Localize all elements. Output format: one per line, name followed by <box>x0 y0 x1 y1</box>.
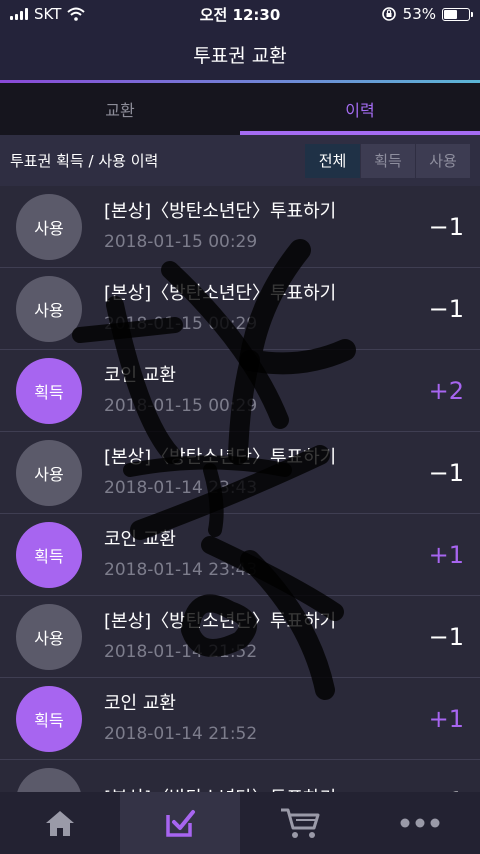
vote-check-icon <box>166 810 195 837</box>
battery-fill <box>444 9 457 19</box>
wifi-icon <box>67 7 86 21</box>
history-row-title: [본상]〈방탄소년단〉투표하기 <box>104 200 337 222</box>
tab-bar: 교환 이력 <box>0 83 480 135</box>
history-row-date: 2018-01-14 23:43 <box>104 477 258 498</box>
filter-segment: 전체 획득 사용 <box>305 143 470 178</box>
filter-bar: 투표권 획득 / 사용 이력 전체 획득 사용 <box>0 135 480 186</box>
use-badge: 사용 <box>16 275 82 342</box>
history-row[interactable]: 사용[본상]〈방탄소년단〉투표하기−1 <box>0 760 480 792</box>
page-title: 투표권 교환 <box>193 44 287 67</box>
history-row[interactable]: 사용 [본상]〈방탄소년단〉투표하기 2018-01-14 23:43 −1 <box>0 432 480 514</box>
history-row-date: 2018-01-14 23:43 <box>104 559 258 580</box>
signal-icon <box>10 8 28 20</box>
history-row-value: −1 <box>428 294 464 323</box>
history-row[interactable]: 사용 [본상]〈방탄소년단〉투표하기 2018-01-14 21:52 −1 <box>0 596 480 678</box>
gain-badge: 획득 <box>16 357 82 424</box>
status-time: 오전 12:30 <box>199 5 281 24</box>
history-row-date: 2018-01-14 21:52 <box>104 723 258 744</box>
home-icon <box>46 811 74 836</box>
history-row[interactable]: 획득 코인 교환 2018-01-15 00:29 +2 <box>0 350 480 432</box>
tab-exchange[interactable]: 교환 <box>0 83 240 135</box>
history-row[interactable]: 획득 코인 교환 2018-01-14 23:43 +1 <box>0 514 480 596</box>
tab-history[interactable]: 이력 <box>240 83 480 135</box>
nav-vote[interactable] <box>120 792 240 854</box>
history-row-text: [본상]〈방탄소년단〉투표하기 2018-01-15 00:29 <box>104 281 414 337</box>
gain-badge: 획득 <box>16 521 82 588</box>
status-left: SKT <box>10 5 170 23</box>
filter-gain-button[interactable]: 획득 <box>360 143 415 178</box>
use-badge: 사용 <box>16 767 82 792</box>
history-row-value: −1 <box>428 458 464 487</box>
history-row-title: 코인 교환 <box>104 364 176 386</box>
history-row-value: +1 <box>428 704 464 733</box>
nav-shop[interactable] <box>240 792 360 854</box>
history-list[interactable]: 사용 [본상]〈방탄소년단〉투표하기 2018-01-15 00:29 −1 사용 [본상… <box>0 186 480 792</box>
history-row-value: +2 <box>428 376 464 405</box>
use-badge: 사용 <box>16 193 82 260</box>
nav-more[interactable] <box>360 792 480 854</box>
use-badge: 사용 <box>16 439 82 506</box>
history-row-text: 코인 교환 2018-01-15 00:29 <box>104 363 414 419</box>
filter-use-button[interactable]: 사용 <box>415 143 470 178</box>
history-row-date: 2018-01-14 21:52 <box>104 641 258 662</box>
history-row-title: 코인 교환 <box>104 528 176 550</box>
history-row-text: [본상]〈방탄소년단〉투표하기 2018-01-15 00:29 <box>104 199 414 255</box>
history-row[interactable]: 사용 [본상]〈방탄소년단〉투표하기 2018-01-15 00:29 −1 <box>0 268 480 350</box>
battery-icon <box>442 7 473 21</box>
history-row-title: 코인 교환 <box>104 692 176 714</box>
history-row-title: [본상]〈방탄소년단〉투표하기 <box>104 282 337 304</box>
history-row-date: 2018-01-15 00:29 <box>104 313 258 334</box>
history-row-title: [본상]〈방탄소년단〉투표하기 <box>104 610 337 632</box>
carrier-label: SKT <box>34 5 62 23</box>
history-row[interactable]: 사용 [본상]〈방탄소년단〉투표하기 2018-01-15 00:29 −1 <box>0 186 480 268</box>
history-row-text: 코인 교환 2018-01-14 23:43 <box>104 527 414 583</box>
more-icon <box>400 818 440 828</box>
history-row-value: −1 <box>428 212 464 241</box>
cart-icon <box>281 808 320 838</box>
gain-badge: 획득 <box>16 685 82 752</box>
history-row-date: 2018-01-15 00:29 <box>104 231 258 252</box>
history-row-value: +1 <box>428 540 464 569</box>
status-right: 53% <box>310 5 473 23</box>
history-row-title: [본상]〈방탄소년단〉투표하기 <box>104 446 337 468</box>
history-row[interactable]: 획득 코인 교환 2018-01-14 21:52 +1 <box>0 678 480 760</box>
battery-percent: 53% <box>402 5 436 23</box>
use-badge: 사용 <box>16 603 82 670</box>
history-row-text: [본상]〈방탄소년단〉투표하기 2018-01-14 21:52 <box>104 609 414 665</box>
nav-home[interactable] <box>0 792 120 854</box>
history-row-text: 코인 교환 2018-01-14 21:52 <box>104 691 414 747</box>
filter-all-button[interactable]: 전체 <box>305 143 360 178</box>
orientation-lock-icon <box>381 7 396 21</box>
status-bar: SKT 오전 12:30 53% <box>0 0 480 28</box>
bottom-nav <box>0 792 480 854</box>
page-header: 투표권 교환 <box>0 28 480 80</box>
history-row-text: [본상]〈방탄소년단〉투표하기 2018-01-14 23:43 <box>104 445 414 501</box>
history-row-date: 2018-01-15 00:29 <box>104 395 258 416</box>
history-row-value: −1 <box>428 622 464 651</box>
history-section-title: 투표권 획득 / 사용 이력 <box>10 152 159 170</box>
